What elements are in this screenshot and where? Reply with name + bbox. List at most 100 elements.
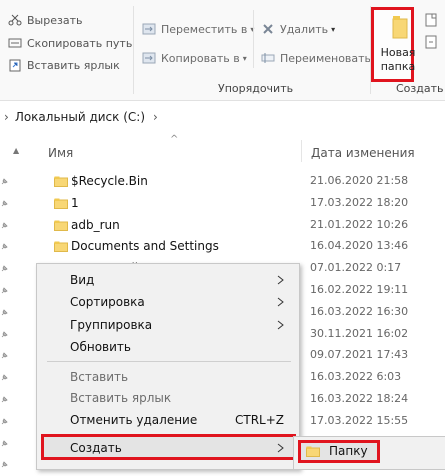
pin-icon[interactable] [0,242,9,251]
separator [253,10,254,68]
new-folder-label: Новая папка [377,46,419,74]
pin-icon[interactable] [0,264,9,273]
file-row[interactable]: adb_run 21.01.2022 10:26 [54,215,445,237]
menu-item-group[interactable]: Группировка [70,318,152,332]
folder-icon [54,220,68,231]
easy-access-icon[interactable] [423,34,439,50]
file-row[interactable]: $Recycle.Bin 21.06.2020 21:58 [54,171,445,193]
rename-icon [261,53,275,63]
paste-shortcut-label: Вставить ярлык [27,58,120,72]
pin-icon[interactable] [0,308,9,317]
submenu-arrow-icon [277,275,284,285]
pin-icon[interactable] [0,373,9,382]
menu-item-view[interactable]: Вид [70,273,94,287]
undo-shortcut: CTRL+Z [235,413,285,427]
breadcrumb-location[interactable]: Локальный диск (C:) [15,110,145,124]
delete-label: Удалить [280,22,329,36]
copy-path-icon [8,38,22,48]
move-to-button[interactable]: Переместить в ▾ [142,22,254,36]
nav-pane-scroll[interactable]: ▲ [13,140,23,468]
file-date: 16.03.2022 18:24 [310,392,409,405]
create-group-label: Создать [396,82,444,95]
rename-button[interactable]: Переименовать [261,51,371,65]
folder-icon [392,16,408,39]
separator [133,6,134,94]
move-to-label: Переместить в [161,22,248,36]
column-divider[interactable] [301,140,302,162]
cut-label: Вырезать [27,13,83,27]
pin-icon[interactable] [0,460,9,469]
dropdown-caret-icon: ▾ [331,24,336,34]
copy-to-icon [142,52,156,64]
file-date: 17.03.2022 15:55 [310,413,409,427]
pin-icon[interactable] [0,395,9,404]
chevron-right-icon[interactable]: › [153,110,158,124]
file-date: 21.01.2022 10:26 [310,217,409,231]
scissors-icon [8,14,22,26]
file-date: 30.11.2021 16:02 [310,326,409,340]
pin-icon[interactable] [0,199,9,208]
copy-to-label: Копировать в [161,51,240,65]
ribbon: Вырезать Скопировать путь Вставить ярлык… [0,0,445,101]
paste-shortcut-icon [9,59,21,72]
new-item-icon[interactable] [423,12,439,28]
cut-button[interactable]: Вырезать [8,13,82,27]
folder-icon [54,198,68,209]
folder-icon [54,241,68,253]
pin-icon[interactable] [0,351,9,360]
delete-button[interactable]: Удалить ▾ [261,22,335,36]
dropdown-caret-icon: ▾ [242,53,247,63]
create-submenu: Папку [293,436,445,470]
file-date: 21.06.2020 21:58 [310,174,409,187]
file-name: adb_run [71,217,120,232]
file-name: $Recycle.Bin [71,174,148,188]
address-bar[interactable]: › Локальный диск (C:) › [0,104,445,130]
pin-icon[interactable] [0,177,9,186]
pin-icon[interactable] [0,417,9,426]
file-date: 09.07.2021 17:43 [310,348,409,362]
file-row[interactable]: 1 17.03.2022 18:20 [54,193,445,215]
pin-icon[interactable] [0,330,9,339]
file-date: 16.04.2020 13:46 [310,239,409,253]
file-date: 07.01.2022 0:17 [310,261,402,275]
file-name: 1 [71,195,79,210]
submenu-arrow-icon [277,443,284,453]
file-row[interactable]: Documents and Settings 16.04.2020 13:46 [54,236,445,258]
pin-icon[interactable] [0,221,9,230]
paste-shortcut-button[interactable]: Вставить ярлык [8,58,120,72]
submenu-arrow-icon [277,320,284,330]
file-date: 16.03.2022 16:30 [310,304,409,318]
menu-item-undo-delete[interactable]: Отменить удаление [70,413,197,427]
new-folder-line1: Новая [380,46,416,59]
file-date: 17.03.2022 18:20 [310,195,409,209]
menu-item-paste-shortcut[interactable]: Вставить ярлык [70,391,171,405]
file-date: 16.02.2022 19:11 [310,283,409,296]
organize-group-label: Упорядочить [218,82,294,95]
copy-to-button[interactable]: Копировать в ▾ [142,51,247,65]
path-separator-icon: › [4,110,9,124]
menu-separator [47,361,291,362]
column-date-header[interactable]: Дата изменения [311,146,415,160]
scroll-up-icon[interactable]: ▲ [13,146,19,155]
submenu-item-folder-label: Папку [329,444,368,458]
column-name-header[interactable]: Имя [48,146,73,160]
folder-icon [306,446,320,457]
menu-item-sort[interactable]: Сортировка [70,295,145,309]
menu-item-refresh[interactable]: Обновить [70,340,131,354]
submenu-arrow-icon [277,297,284,307]
folder-icon [54,176,68,187]
file-date: 16.03.2022 6:03 [310,370,402,384]
delete-x-icon [263,24,273,34]
file-name: Documents and Settings [71,239,219,254]
move-to-icon [142,23,156,35]
copy-path-label: Скопировать путь [27,36,133,50]
menu-item-create-label: Создать [70,441,122,455]
pin-icon[interactable] [0,286,9,295]
sort-chevron-icon: ^ [170,134,179,145]
rename-label: Переименовать [280,51,372,65]
pin-icon[interactable] [0,439,9,448]
context-menu: Вид Сортировка Группировка Обновить Вста… [36,263,300,470]
copy-path-button[interactable]: Скопировать путь [8,36,132,50]
new-folder-line2: папка [380,60,416,73]
menu-item-paste[interactable]: Вставить [70,370,128,384]
